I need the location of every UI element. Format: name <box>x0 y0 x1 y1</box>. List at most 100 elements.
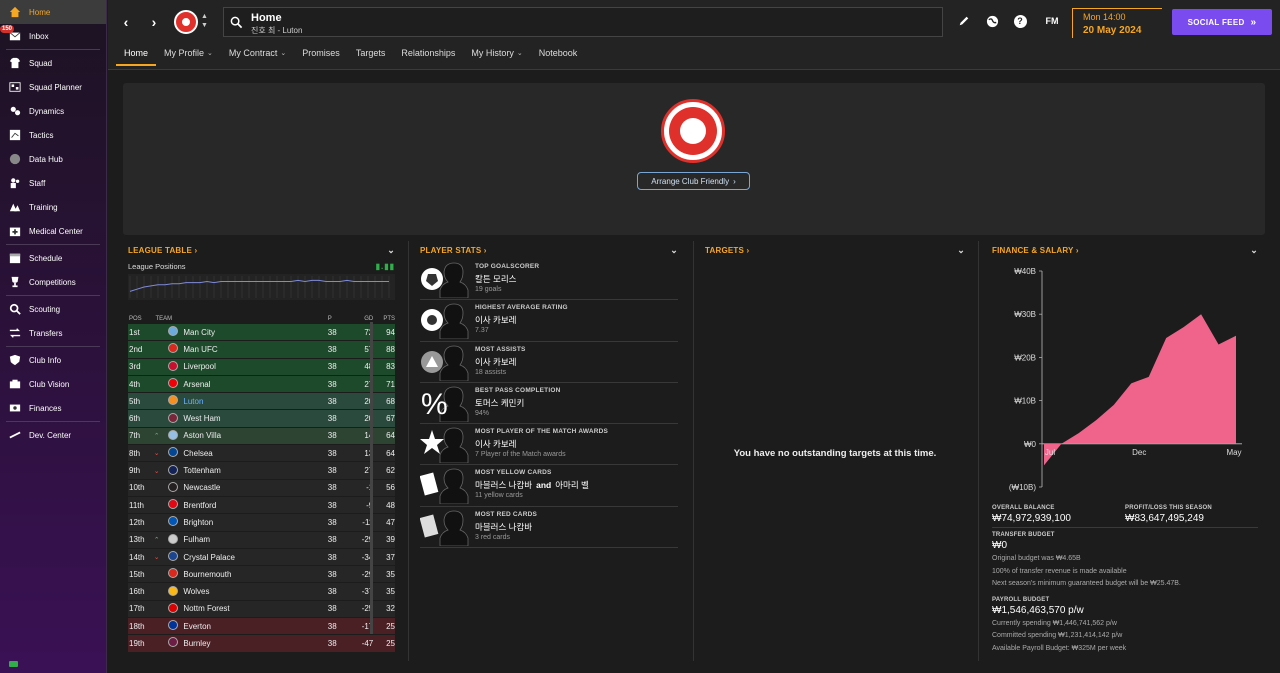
row-team[interactable]: Brentford <box>183 501 327 510</box>
forward-button[interactable]: › <box>144 12 164 32</box>
row-team[interactable]: Arsenal <box>183 380 327 389</box>
player-stat-row[interactable]: % BEST PASS COMPLETION 토머스 케민키 94% <box>420 383 678 425</box>
table-row[interactable]: 6th West Ham 38 20 67 <box>128 410 395 428</box>
sidebar-item-data-hub[interactable]: Data Hub <box>0 147 106 171</box>
row-team[interactable]: Luton <box>183 397 327 406</box>
chevron-down-icon[interactable]: ⌄ <box>957 245 965 256</box>
player-stat-row[interactable]: MOST ASSISTS 이사 카보레 18 assists <box>420 342 678 383</box>
world-icon[interactable] <box>984 13 1000 29</box>
sidebar-item-dynamics[interactable]: Dynamics <box>0 99 106 123</box>
chevron-down-icon[interactable]: ⌄ <box>1250 245 1258 256</box>
table-row[interactable]: 8th ⌄ Chelsea 38 13 64 <box>128 445 395 463</box>
row-team[interactable]: Fulham <box>183 535 327 544</box>
player-stat-name[interactable]: 이사 카보레 <box>475 438 516 450</box>
chevron-down-icon[interactable]: ⌄ <box>670 245 678 256</box>
tab-my-history[interactable]: My History ⌄ <box>463 43 530 63</box>
table-row[interactable]: 7th ⌃ Aston Villa 38 14 64 <box>128 427 395 446</box>
player-name[interactable]: 이사 카보레 <box>475 439 516 449</box>
player-name[interactable]: 마블러스 나캄바 <box>475 522 532 532</box>
table-row[interactable]: 10thNewcastle38-156 <box>128 479 395 497</box>
sidebar-item-inbox[interactable]: 150 Inbox <box>0 24 106 48</box>
sidebar-item-club-vision[interactable]: Club Vision <box>0 372 106 396</box>
row-team[interactable]: Brighton <box>183 518 327 527</box>
table-row[interactable]: 11thBrentford38-948 <box>128 496 395 515</box>
sidebar-item-training[interactable]: Training <box>0 195 106 219</box>
sidebar-item-competitions[interactable]: Competitions <box>0 270 106 294</box>
player-name[interactable]: 이사 카보레 <box>475 315 516 325</box>
table-row[interactable]: 13th ⌃ Fulham 38 -29 39 <box>128 531 395 549</box>
tab-promises[interactable]: Promises <box>294 43 348 63</box>
player-stat-row[interactable]: MOST PLAYER OF THE MATCH AWARDS 이사 카보레 7 P… <box>420 424 678 466</box>
player-stat-name[interactable]: 마블러스 나캄바 <box>475 521 532 533</box>
sidebar-item-club-info[interactable]: Club Info <box>0 348 106 372</box>
tab-my-profile[interactable]: My Profile ⌄ <box>156 43 221 63</box>
row-team[interactable]: Chelsea <box>183 449 327 458</box>
sidebar-item-squad[interactable]: Squad <box>0 51 106 75</box>
sidebar-item-staff[interactable]: Staff <box>0 171 106 195</box>
row-team[interactable]: Everton <box>183 622 327 631</box>
player-stat-row[interactable]: TOP GOALSCORER 칼튼 모리스 19 goals <box>420 259 678 301</box>
sidebar-item-finances[interactable]: Finances <box>0 396 106 420</box>
row-team[interactable]: Wolves <box>183 587 327 596</box>
player-name[interactable]: 이사 카보레 <box>475 357 516 367</box>
social-feed-button[interactable]: SOCIAL FEED » <box>1172 9 1272 35</box>
player-name[interactable]: 토머스 케민키 <box>475 398 524 408</box>
row-team[interactable]: West Ham <box>183 414 327 423</box>
tab-targets[interactable]: Targets <box>348 43 394 63</box>
arrange-club-friendly-button[interactable]: Arrange Club Friendly › <box>637 172 750 190</box>
row-team[interactable]: Nottm Forest <box>183 604 327 613</box>
sidebar-item-transfers[interactable]: Transfers <box>0 321 106 345</box>
row-team[interactable]: Tottenham <box>183 466 327 475</box>
player-name[interactable]: 칼튼 모리스 <box>475 274 516 284</box>
table-row[interactable]: 17th Nottm Forest 38 -25 32 <box>128 600 395 619</box>
player-stat-name[interactable]: 이사 카보레 <box>475 356 516 368</box>
sidebar-item-dev-center[interactable]: Dev. Center <box>0 423 106 447</box>
tab-notebook[interactable]: Notebook <box>531 43 586 63</box>
sidebar-item-squad-planner[interactable]: Squad Planner <box>0 75 106 99</box>
tab-relationships[interactable]: Relationships <box>393 43 463 63</box>
table-row[interactable]: 5th Luton 38 20 68 <box>128 393 395 411</box>
table-row[interactable]: 16th Wolves 38 -37 35 <box>128 583 395 601</box>
sidebar-item-tactics[interactable]: Tactics <box>0 123 106 147</box>
help-icon[interactable]: ? <box>1012 13 1028 29</box>
table-row[interactable]: 4th Arsenal 38 27 71 <box>128 375 395 394</box>
league-table-link[interactable]: LEAGUE TABLE › <box>128 246 197 255</box>
table-row[interactable]: 12th Brighton 38 -11 47 <box>128 514 395 532</box>
player-name[interactable]: 아마리 벨 <box>555 480 589 490</box>
chevron-down-icon[interactable]: ⌄ <box>387 245 395 256</box>
edit-icon[interactable] <box>956 13 972 29</box>
sidebar-item-medical-center[interactable]: Medical Center <box>0 219 106 243</box>
player-stat-row[interactable]: MOST RED CARDS 마블러스 나캄바 3 red cards <box>419 507 678 549</box>
row-team[interactable]: Man City <box>183 328 327 337</box>
row-team[interactable]: Man UFC <box>183 345 327 354</box>
finance-link[interactable]: FINANCE & SALARY › <box>992 246 1079 255</box>
row-team[interactable]: Burnley <box>183 639 327 648</box>
targets-link[interactable]: TARGETS › <box>705 246 749 255</box>
table-row[interactable]: 3rd Liverpool 38 48 83 <box>128 358 395 376</box>
player-stat-name[interactable]: 이사 카보레 <box>475 314 516 326</box>
table-row[interactable]: 18th Everton 38 -17 25 <box>128 618 395 636</box>
player-name[interactable]: 마블러스 나캄바 <box>475 480 532 490</box>
table-row[interactable]: 9th ⌄ Tottenham 38 27 62 <box>128 462 395 480</box>
club-badge-button[interactable] <box>174 10 198 34</box>
row-team[interactable]: Aston Villa <box>183 431 327 440</box>
club-switch-arrows-icon[interactable]: ▲ ▼ <box>201 12 208 30</box>
sidebar-item-scouting[interactable]: Scouting <box>0 297 106 321</box>
player-stat-name[interactable]: 토머스 케민키 <box>475 397 524 409</box>
player-stats-link[interactable]: PLAYER STATS › <box>420 246 487 255</box>
sidebar-item-home[interactable]: Home <box>0 0 106 24</box>
tab-my-contract[interactable]: My Contract ⌄ <box>221 43 294 63</box>
search-bar[interactable]: Home 진호 최 - Luton <box>223 7 943 37</box>
row-team[interactable]: Liverpool <box>183 362 327 371</box>
player-stat-row[interactable]: MOST YELLOW CARDS 마블러스 나캄바 and 아마리 벨 11 yell… <box>419 465 678 507</box>
back-button[interactable]: ‹ <box>116 12 136 32</box>
table-row[interactable]: 15th Bournemouth 38 -29 35 <box>128 566 395 584</box>
league-table-scrollbar[interactable] <box>370 322 373 634</box>
table-row[interactable]: 19th Burnley 38 -47 25 <box>128 635 395 653</box>
table-row[interactable]: 2nd Man UFC 38 57 88 <box>128 341 395 359</box>
row-team[interactable]: Newcastle <box>183 483 327 492</box>
player-stat-name[interactable]: 칼튼 모리스 <box>475 273 516 285</box>
table-row[interactable]: 14th ⌄ Crystal Palace 38 -34 37 <box>128 548 395 567</box>
player-stat-name[interactable]: 마블러스 나캄바 and 아마리 벨 <box>475 479 589 491</box>
row-team[interactable]: Bournemouth <box>183 570 327 579</box>
